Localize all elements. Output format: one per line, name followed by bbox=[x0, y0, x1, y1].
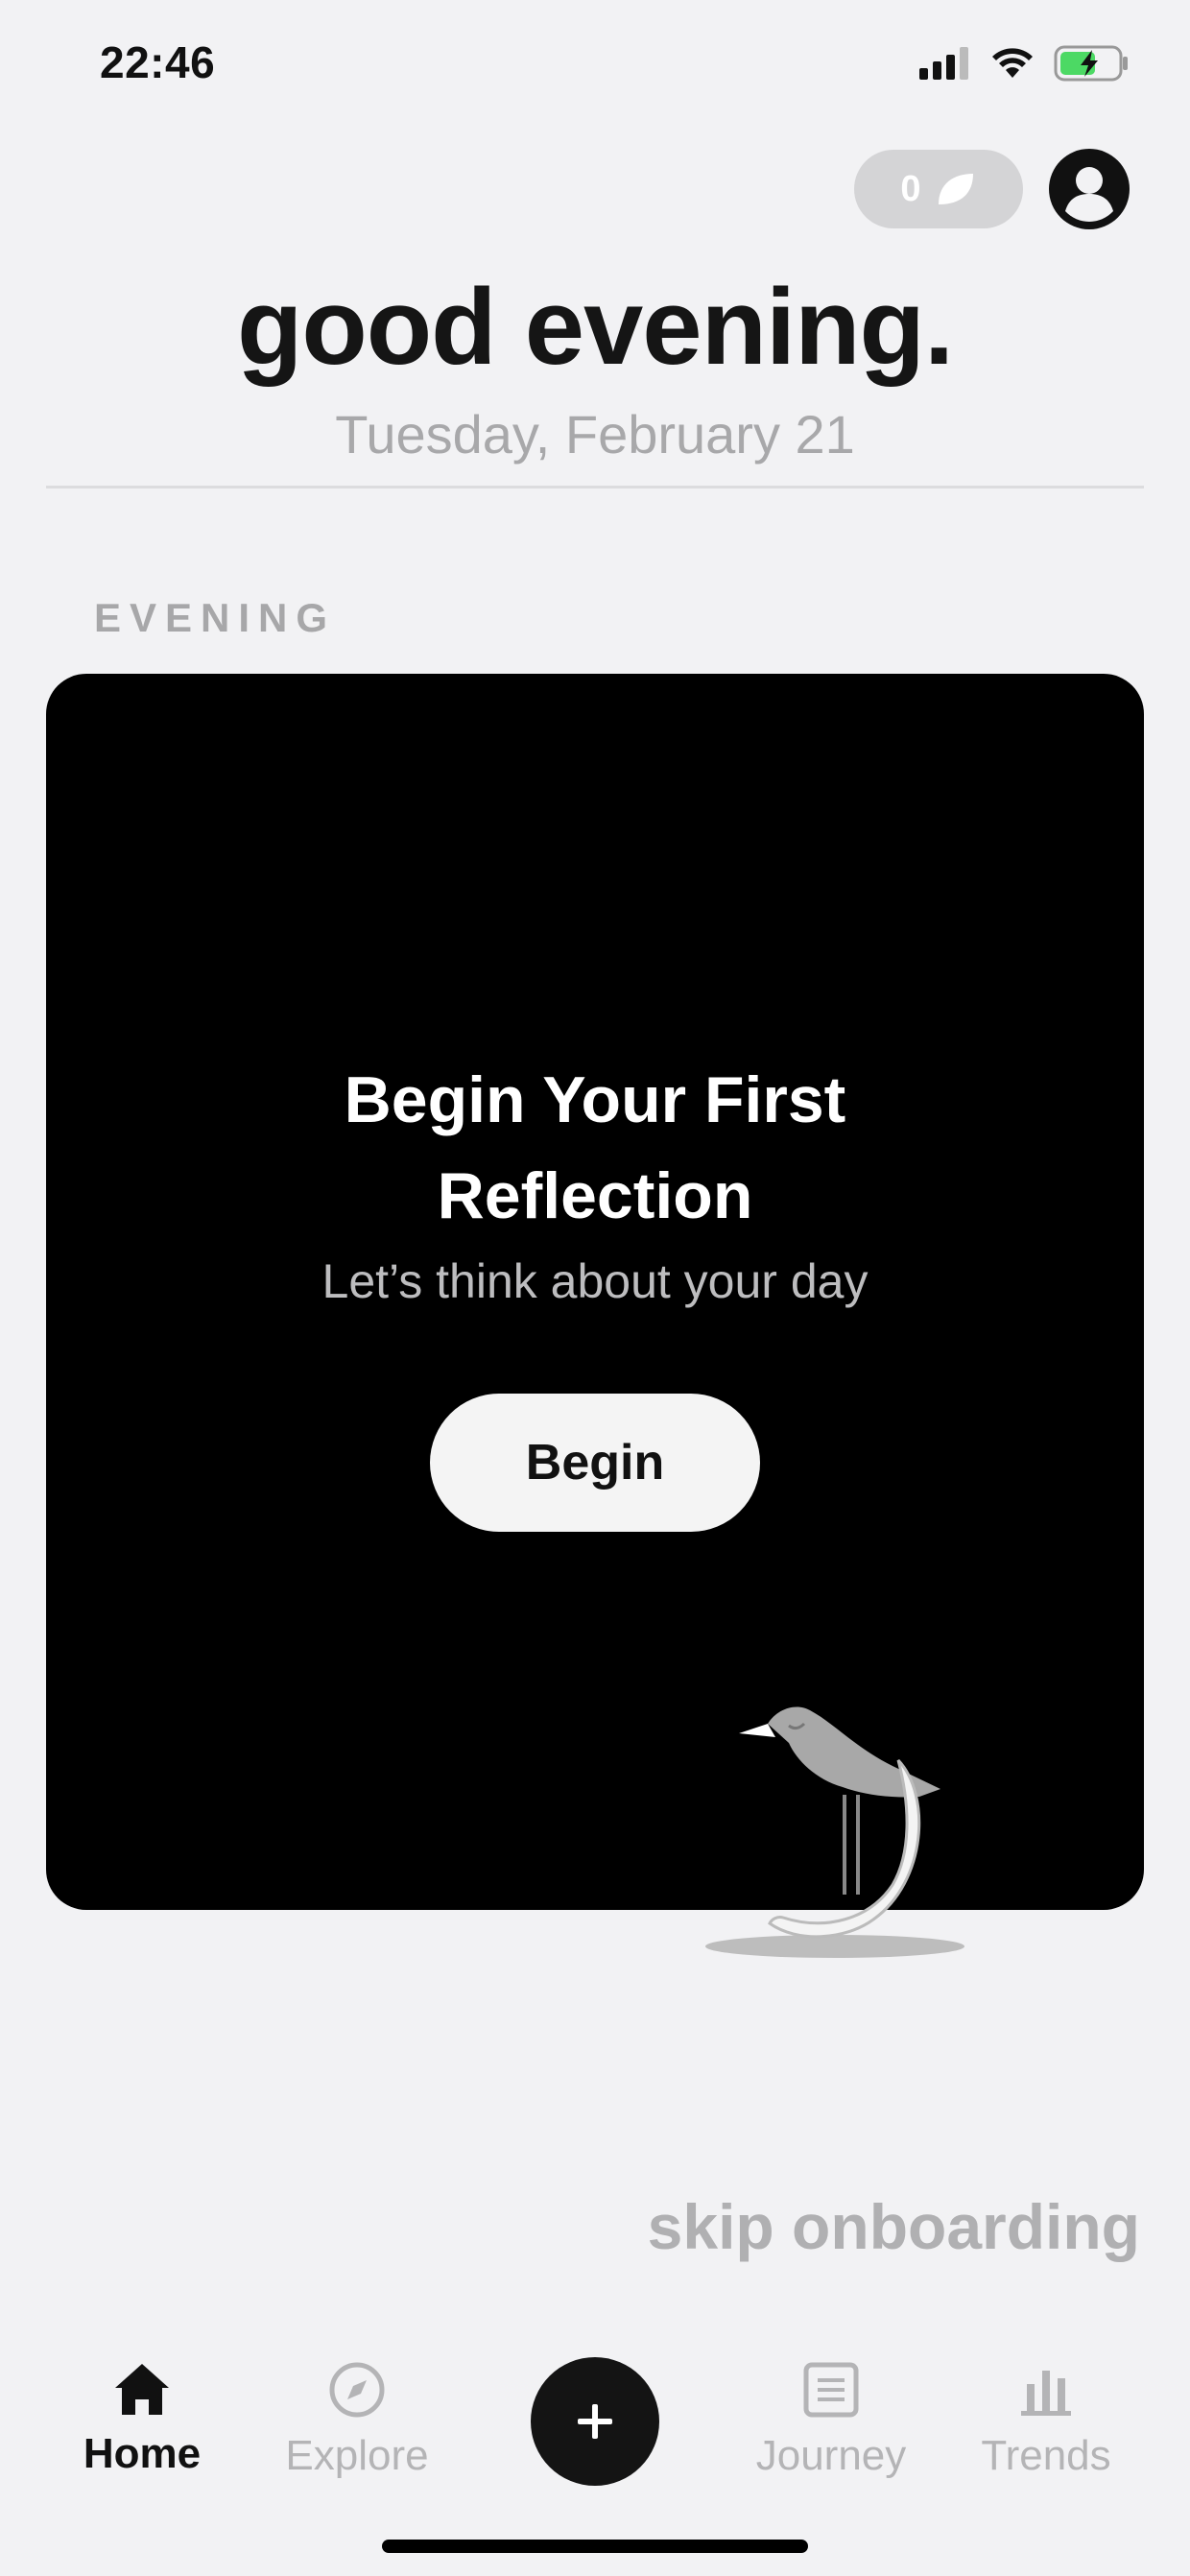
header-divider bbox=[46, 486, 1144, 489]
section-label: EVENING bbox=[94, 595, 337, 640]
status-time: 22:46 bbox=[100, 37, 216, 87]
add-entry-button[interactable] bbox=[531, 2357, 659, 2486]
plus-icon bbox=[578, 2404, 612, 2439]
compass-icon bbox=[329, 2362, 385, 2418]
home-screen: 22:46 0 good evening. Tuesday, February … bbox=[0, 0, 1190, 2576]
tab-home-label: Home bbox=[83, 2430, 202, 2477]
begin-button[interactable]: Begin bbox=[430, 1394, 760, 1532]
status-icons bbox=[919, 42, 1130, 84]
wifi-icon bbox=[992, 48, 1033, 78]
battery-charging-icon bbox=[1054, 45, 1128, 82]
tab-explore[interactable]: Explore bbox=[274, 2361, 440, 2480]
date-label: Tuesday, February 21 bbox=[335, 404, 855, 465]
leaf-counter-button[interactable]: 0 bbox=[854, 150, 1023, 228]
leaf-icon bbox=[938, 174, 973, 204]
skip-onboarding-link[interactable]: skip onboarding bbox=[648, 2190, 1140, 2263]
cellular-signal-icon bbox=[919, 47, 968, 80]
tab-journey-label: Journey bbox=[755, 2432, 907, 2479]
journal-icon bbox=[803, 2362, 859, 2418]
tab-explore-label: Explore bbox=[285, 2432, 429, 2479]
greeting-title: good evening. bbox=[236, 267, 954, 387]
tab-journey[interactable]: Journey bbox=[745, 2361, 917, 2480]
tab-trends-label: Trends bbox=[981, 2432, 1111, 2479]
card-subtitle: Let’s think about your day bbox=[321, 1254, 869, 1308]
home-indicator[interactable] bbox=[382, 2540, 808, 2553]
bird-on-moon-illustration bbox=[705, 1706, 964, 1958]
bar-chart-icon bbox=[1021, 2371, 1071, 2416]
profile-icon[interactable] bbox=[1048, 148, 1130, 230]
tab-home[interactable]: Home bbox=[77, 2361, 207, 2478]
card-title: Begin Your First Reflection bbox=[344, 1063, 846, 1232]
tab-trends[interactable]: Trends bbox=[973, 2361, 1119, 2480]
home-icon bbox=[115, 2364, 169, 2415]
leaf-count: 0 bbox=[900, 168, 921, 209]
